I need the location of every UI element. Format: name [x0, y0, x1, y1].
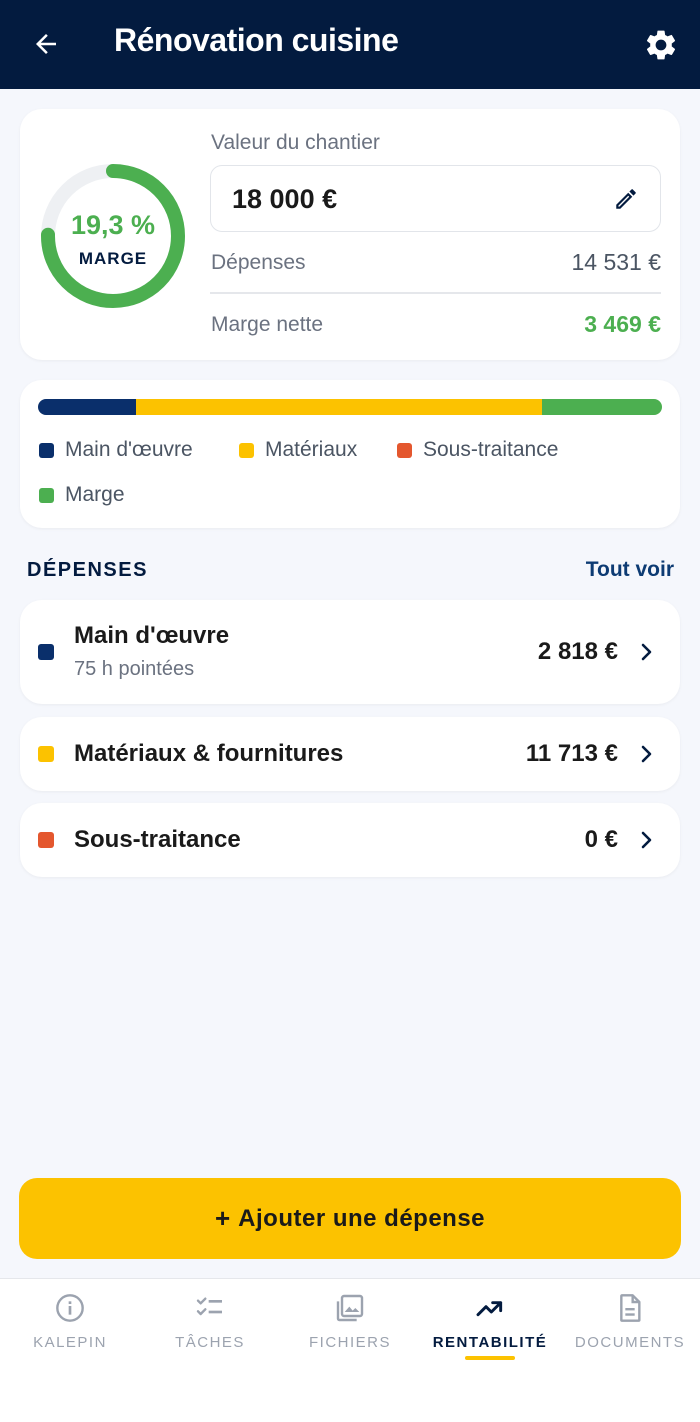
checklist-icon: [193, 1291, 227, 1325]
nav-item-documents[interactable]: DOCUMENTS: [560, 1279, 700, 1379]
margin-percent: 19,3 %: [70, 209, 156, 240]
settings-button[interactable]: [640, 24, 682, 66]
back-button[interactable]: [28, 26, 64, 62]
project-value-field[interactable]: 18 000 €: [210, 165, 661, 232]
expense-label: Main d'œuvre: [74, 622, 230, 649]
cost-breakdown-card: Main d'œuvre Matériaux Sous-traitance Ma…: [20, 380, 680, 528]
expense-row-subcontracting[interactable]: Sous-traitance 0 €: [20, 803, 680, 877]
nav-item-kalepin[interactable]: KALEPIN: [0, 1279, 140, 1379]
expense-row-materials[interactable]: Matériaux & fournitures 11 713 €: [20, 717, 680, 791]
nav-label: DOCUMENTS: [574, 1334, 686, 1351]
nav-label: TÂCHES: [175, 1334, 245, 1351]
expense-row-labor[interactable]: Main d'œuvre 75 h pointées 2 818 €: [20, 600, 680, 704]
plus-icon: +: [214, 1203, 231, 1233]
gear-icon: [646, 30, 676, 60]
expense-swatch-materials: [38, 746, 54, 762]
add-expense-label: Ajouter une dépense: [238, 1204, 486, 1232]
legend-item-labor: Main d'œuvre: [39, 438, 193, 462]
bottom-navigation: KALEPIN TÂCHES FICHIERS RENTABILITÉ DOCU…: [0, 1278, 700, 1422]
nav-item-profitability[interactable]: RENTABILITÉ: [420, 1279, 560, 1379]
app-bar: Rénovation cuisine: [0, 0, 700, 89]
expense-label: Matériaux & fournitures: [74, 740, 344, 767]
legend-label-labor: Main d'œuvre: [65, 438, 193, 461]
expense-amount: 0 €: [584, 826, 618, 853]
nav-item-files[interactable]: FICHIERS: [280, 1279, 420, 1379]
expense-amount: 11 713 €: [525, 740, 618, 767]
nav-label: KALEPIN: [33, 1334, 107, 1351]
margin-caption: MARGE: [78, 248, 148, 268]
legend-swatch-labor: [39, 442, 54, 458]
legend-label-materials: Matériaux: [265, 438, 358, 461]
legend-swatch-materials: [239, 442, 254, 458]
expenses-label: Dépenses: [211, 251, 306, 274]
profitability-summary-card: 19,3 % MARGE Valeur du chantier 18 000 €…: [20, 109, 680, 360]
expense-swatch-subcontracting: [38, 832, 54, 848]
pencil-icon[interactable]: [613, 186, 639, 212]
bar-segment: [135, 399, 542, 415]
legend-swatch-margin: [39, 487, 54, 503]
nav-item-tasks[interactable]: TÂCHES: [140, 1279, 280, 1379]
image-icon: [333, 1291, 367, 1325]
see-all-link[interactable]: Tout voir: [586, 558, 674, 582]
chevron-right-icon: [641, 643, 652, 661]
expense-amount: 2 818 €: [537, 638, 618, 665]
legend-label-subcontracting: Sous-traitance: [423, 438, 559, 461]
legend-item-subcontracting: Sous-traitance: [397, 438, 558, 462]
add-expense-button[interactable]: + Ajouter une dépense: [19, 1178, 681, 1259]
net-margin-label: Marge nette: [211, 313, 324, 336]
legend-label-margin: Marge: [65, 483, 125, 506]
summary-divider: [210, 292, 661, 294]
expense-sublabel: 75 h pointées: [74, 658, 195, 680]
margin-gauge-text: 19,3 % MARGE: [38, 161, 188, 311]
arrow-back-icon: [36, 34, 56, 54]
expenses-value: 14 531 €: [571, 249, 661, 275]
bar-segment: [38, 399, 136, 415]
legend-item-materials: Matériaux: [239, 438, 357, 462]
expense-label: Sous-traitance: [74, 826, 241, 853]
chevron-right-icon: [641, 745, 652, 763]
chevron-right-icon: [641, 831, 652, 849]
nav-label: FICHIERS: [308, 1334, 391, 1351]
bar-segment: [541, 399, 662, 415]
active-tab-indicator: [465, 1356, 515, 1360]
document-icon: [613, 1291, 647, 1325]
expense-swatch-labor: [38, 644, 54, 660]
expenses-section-title: DÉPENSES: [27, 559, 148, 581]
legend-swatch-subcontracting: [397, 442, 412, 458]
net-margin-value: 3 469 €: [584, 311, 661, 337]
trending-up-icon: [473, 1291, 507, 1325]
project-value-label: Valeur du chantier: [211, 131, 380, 154]
page-title: Rénovation cuisine: [114, 22, 399, 58]
project-value: 18 000 €: [232, 184, 338, 214]
nav-label: RENTABILITÉ: [432, 1334, 548, 1351]
legend-item-margin: Marge: [39, 483, 125, 507]
info-icon: [53, 1291, 87, 1325]
cost-breakdown-bar: [38, 399, 662, 415]
